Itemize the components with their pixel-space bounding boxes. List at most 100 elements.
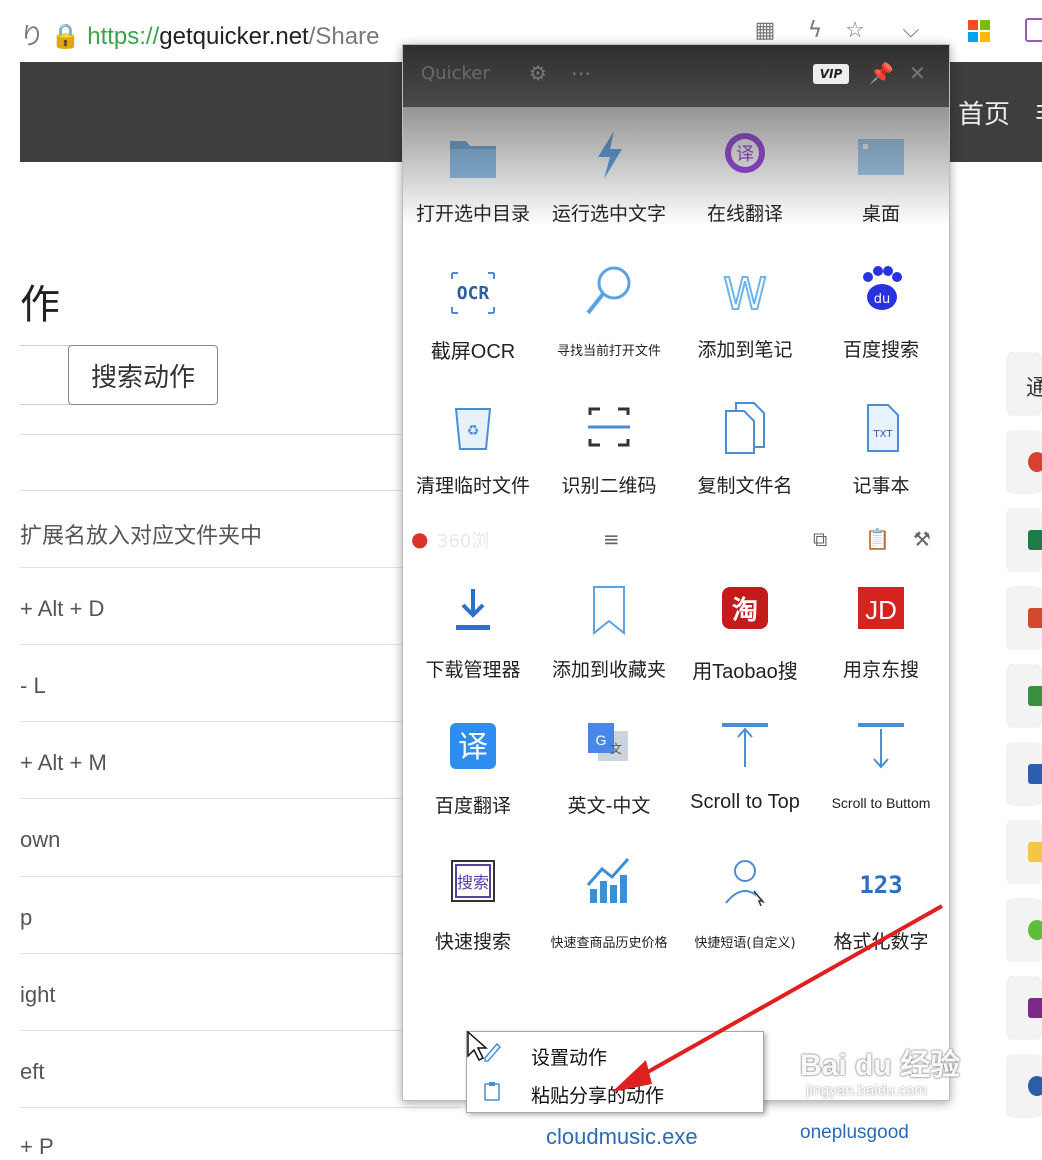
action-english-chinese[interactable]: G文 英文-中文 [541, 711, 677, 831]
menu-item-configure-action[interactable]: 设置动作 [531, 1043, 607, 1070]
nav-home-link[interactable]: 首页 [958, 94, 1010, 131]
action-search-taobao[interactable]: 淘 用Taobao搜 [677, 575, 813, 695]
action-scroll-to-bottom[interactable]: Scroll to Buttom [813, 711, 949, 831]
table-row[interactable]: + P [20, 1134, 54, 1160]
action-label: 百度搜索 [842, 339, 919, 361]
svg-text:123: 123 [859, 871, 902, 899]
extension-icon[interactable] [1025, 18, 1042, 42]
table-row[interactable]: + Alt + D [20, 596, 104, 622]
table-divider [20, 434, 460, 435]
360-browser-icon[interactable]: ● [411, 527, 428, 551]
windows-logo-icon[interactable] [968, 20, 990, 42]
table-row[interactable]: ight [20, 982, 55, 1008]
action-notepad[interactable]: TXT 记事本 [813, 391, 949, 511]
action-add-to-favorites[interactable]: 添加到收藏夹 [541, 575, 677, 695]
action-label: 运行选中文字 [551, 203, 666, 225]
action-quick-search[interactable]: 搜索 快速搜索 [405, 847, 541, 967]
qr-code-icon[interactable]: ▦ [752, 18, 778, 44]
baidu-watermark: Bai du 经验 [800, 1049, 961, 1082]
wechat-icon [1028, 920, 1042, 940]
chrome-icon [1028, 452, 1042, 472]
svg-text:du: du [874, 292, 891, 307]
right-sidebar: 通 [1006, 352, 1042, 1152]
table-row[interactable]: own [20, 827, 60, 853]
action-download-manager[interactable]: 下载管理器 [405, 575, 541, 695]
gear-icon[interactable]: ⚙ [529, 61, 547, 85]
action-label: 添加到收藏夹 [551, 659, 666, 681]
quicker-title-bar[interactable]: Quicker ⚙ ⋯ VIP 📌 ✕ [403, 45, 949, 107]
action-copy-file-name[interactable]: 复制文件名 [677, 391, 813, 511]
table-row[interactable]: - L [20, 673, 46, 699]
sidebar-item-chrome[interactable] [1006, 430, 1042, 494]
action-search-jd[interactable]: JD 用京东搜 [813, 575, 949, 695]
action-label: 英文-中文 [567, 795, 651, 817]
flash-icon[interactable]: ϟ [802, 18, 828, 44]
desktop-icon [858, 139, 904, 175]
process-item[interactable]: cloudmusic.exe [546, 1124, 698, 1150]
tools-icon[interactable]: ⚒ [913, 527, 931, 551]
table-divider [20, 1107, 460, 1108]
action-label: Scroll to Buttom [831, 795, 931, 811]
w-note-icon: W [722, 268, 768, 319]
action-desktop[interactable]: 桌面 [813, 119, 949, 239]
sidebar-item-user[interactable] [1006, 1054, 1042, 1118]
action-online-translate[interactable]: 译 在线翻译 [677, 119, 813, 239]
table-row[interactable]: p [20, 905, 32, 931]
taobao-icon: 淘 [722, 587, 768, 629]
action-label: 添加到笔记 [697, 339, 793, 361]
mouse-cursor-icon [467, 1030, 488, 1062]
menu-icon[interactable]: ≡ [603, 527, 620, 551]
search-input[interactable] [20, 345, 71, 405]
svg-text:搜索: 搜索 [457, 873, 489, 892]
sidebar-item-wechat[interactable] [1006, 898, 1042, 962]
powerpoint-icon [1028, 608, 1042, 628]
action-label: 截屏OCR [430, 341, 516, 363]
vip-badge[interactable]: VIP [813, 64, 849, 84]
table-row[interactable]: eft [20, 1059, 44, 1085]
action-baidu-translate[interactable]: 译 百度翻译 [405, 711, 541, 831]
table-divider [20, 876, 460, 877]
url-field[interactable]: り 🔒 https://getquicker.net/Share [20, 16, 379, 51]
svg-text:JD: JD [865, 595, 897, 625]
scroll-top-icon [722, 723, 768, 767]
baidu-paw-icon: du [863, 266, 902, 310]
process-item[interactable]: oneplusgood [800, 1122, 909, 1144]
nav-more-link[interactable]: 非 [1035, 94, 1042, 131]
table-row[interactable]: 扩展名放入对应文件夹中 [20, 518, 262, 550]
url-host: getquicker.net [159, 23, 309, 50]
more-icon[interactable]: ⋯ [571, 61, 591, 85]
action-baidu-search[interactable]: du 百度搜索 [813, 255, 949, 375]
quicker-title: Quicker [421, 63, 490, 84]
table-row[interactable]: + Alt + M [20, 750, 107, 776]
action-label: 在线翻译 [706, 203, 783, 225]
chevron-down-icon[interactable]: ⌵ [898, 18, 924, 44]
sidebar-header-text: 通 [1026, 376, 1042, 401]
paste-icon [484, 1082, 500, 1101]
sidebar-item-folder[interactable] [1006, 820, 1042, 884]
action-label: 桌面 [861, 203, 900, 225]
search-actions-button[interactable]: 搜索动作 [68, 345, 218, 405]
sidebar-item-app[interactable] [1006, 664, 1042, 728]
action-screenshot-ocr[interactable]: OCR 截屏OCR [405, 255, 541, 375]
action-open-selected-folder[interactable]: 打开选中目录 [405, 119, 541, 239]
qr-scan-icon [588, 407, 630, 447]
copy-icon[interactable]: ⧉ [813, 527, 827, 551]
sidebar-item-word[interactable] [1006, 742, 1042, 806]
sidebar-item-excel[interactable] [1006, 508, 1042, 572]
action-scroll-to-top[interactable]: Scroll to Top [677, 711, 813, 831]
clipboard-icon[interactable]: 📋 [865, 527, 890, 551]
sidebar-item-onenote[interactable] [1006, 976, 1042, 1040]
close-icon[interactable]: ✕ [909, 61, 926, 85]
lock-icon: 🔒 [50, 23, 81, 50]
star-icon[interactable]: ☆ [842, 18, 868, 44]
action-run-selected-text[interactable]: 运行选中文字 [541, 119, 677, 239]
action-find-open-file[interactable]: 寻找当前打开文件 [541, 255, 677, 375]
action-clean-temp-files[interactable]: ♻ 清理临时文件 [405, 391, 541, 511]
action-add-to-note[interactable]: W 添加到笔记 [677, 255, 813, 375]
action-label: 记事本 [852, 475, 910, 497]
pin-icon[interactable]: 📌 [869, 61, 894, 85]
table-divider [20, 567, 460, 568]
quick-search-icon: 搜索 [451, 860, 495, 902]
sidebar-item-powerpoint[interactable] [1006, 586, 1042, 650]
action-scan-qr[interactable]: 识别二维码 [541, 391, 677, 511]
